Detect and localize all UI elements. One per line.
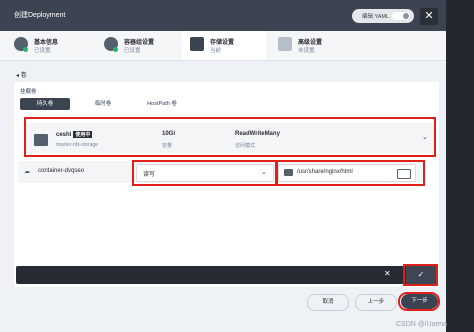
step-storage[interactable]: 存储设置 当前 [182, 31, 266, 60]
edit-yaml-label: 编辑 YAML [362, 14, 390, 20]
previous-step-button[interactable]: 上一步 [355, 294, 397, 311]
step-status: 已设置 [124, 48, 141, 54]
highlight-box-mount-path [276, 160, 425, 186]
tab-hostpath-volume[interactable]: HostPath 卷 [132, 98, 192, 110]
create-deployment-dialog: 创建Deployment 编辑 YAML ✕ 基本信息 已设置 容器组设置 已设… [0, 0, 446, 332]
close-button[interactable]: ✕ [420, 8, 438, 25]
container-icon: ☁ [24, 169, 30, 175]
step-basic-info[interactable]: 基本信息 已设置 [6, 31, 90, 60]
tab-persistent-volume[interactable]: 持久卷 [20, 98, 70, 110]
highlight-box-read-write [132, 160, 277, 186]
dialog-header: 创建Deployment 编辑 YAML ✕ [0, 0, 446, 31]
step-container-group[interactable]: 容器组设置 已设置 [96, 31, 180, 60]
cancel-button[interactable]: 取消 [307, 294, 349, 311]
step-name: 容器组设置 [124, 40, 155, 46]
close-icon: ✕ [424, 10, 434, 22]
dialog-title: 创建Deployment [14, 12, 66, 19]
done-status-icon [113, 47, 118, 52]
confirm-bar: ✕ ✓ [16, 266, 436, 284]
step-name: 存储设置 [210, 40, 235, 46]
tab-temporary-volume[interactable]: 临时卷 [78, 98, 128, 110]
background-strip [446, 0, 474, 332]
step-status: 当前 [210, 48, 222, 54]
switch-knob [403, 13, 409, 19]
yaml-switch[interactable] [392, 12, 410, 20]
highlight-box-volume [24, 117, 436, 157]
mount-volume-label: 挂载卷 [20, 89, 37, 95]
highlight-box-confirm [403, 264, 438, 286]
done-status-icon [23, 47, 28, 52]
edit-yaml-toggle[interactable]: 编辑 YAML [352, 9, 414, 23]
step-name: 高级设置 [298, 40, 323, 46]
advanced-settings-icon [278, 37, 292, 51]
step-nav: 基本信息 已设置 容器组设置 已设置 存储设置 当前 高级设置 未设置 [0, 31, 446, 61]
section-title[interactable]: ◂ 卷 [16, 70, 27, 79]
close-icon[interactable]: ✕ [384, 269, 391, 278]
step-name: 基本信息 [34, 40, 59, 46]
step-status: 未设置 [298, 48, 315, 54]
storage-icon [190, 37, 204, 51]
step-status: 已设置 [34, 48, 51, 54]
highlight-box-next [398, 292, 440, 311]
watermark: CSDN @iUaena [396, 321, 448, 328]
step-advanced[interactable]: 高级设置 未设置 [270, 31, 354, 60]
volume-type-tabs: 持久卷 临时卷 HostPath 卷 [20, 98, 200, 110]
container-name: container-dvqseo [38, 168, 85, 174]
